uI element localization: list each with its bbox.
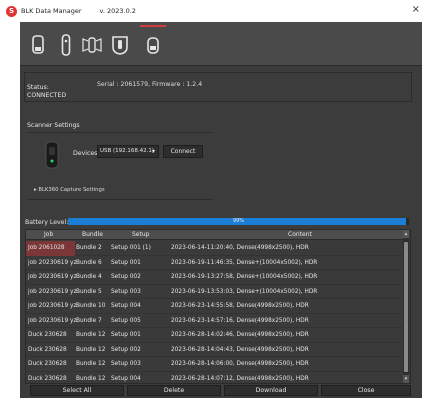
scanner-settings-heading: Scanner Settings (27, 122, 80, 129)
header-setup[interactable]: Setup (132, 230, 149, 240)
cell-content: 2023-06-28-14:07:12, Dense(4998x2500), H… (171, 375, 309, 382)
scanner-small-icon[interactable] (143, 34, 163, 56)
cell-content: 2023-06-23-14:55:58, Dense(4998x2500), H… (171, 303, 309, 309)
connect-button[interactable]: Connect (163, 145, 203, 158)
window-close-icon[interactable]: × (412, 4, 420, 16)
title-bar: S BLK Data Manager v. 2023.0.2 × (0, 0, 422, 22)
table-row[interactable]: Job 2061028 Bundle 2 Setup 001 (1) 2023-06-… (26, 241, 404, 256)
status-panel: Status: CONNECTED Serial : 2061579, Firm… (24, 72, 412, 102)
delete-button[interactable]: Delete (127, 385, 221, 396)
scroll-down-icon[interactable]: ▾ (403, 375, 409, 383)
scroll-thumb[interactable] (404, 242, 408, 372)
cell-content: 2023-06-28-14:02:46, Dense(4998x2500), H… (171, 332, 309, 338)
main-window: Status: CONNECTED Serial : 2061579, Firm… (20, 22, 422, 398)
cell-bundle: Bundle 12 (76, 361, 106, 367)
cell-content: 2023-06-14-11:20:40, Dense(4998x2500), H… (171, 245, 309, 251)
cell-bundle: Bundle 7 (76, 317, 102, 324)
table-row[interactable]: job 20230619 yz Bundle 10 Setup 004 2023-06… (26, 299, 404, 314)
table-row[interactable]: job 20230619 yz Bundle 7 Setup 005 2023-06-… (26, 314, 404, 328)
close-button[interactable]: Close (321, 385, 411, 396)
battery-label: Battery Level: (25, 219, 69, 226)
status-label: Status: (27, 84, 49, 91)
selected-device-indicator (140, 25, 166, 27)
select-all-button[interactable]: Select All (30, 385, 124, 396)
cell-setup: Setup 004 (111, 303, 141, 309)
download-button[interactable]: Download (224, 385, 318, 396)
table-row[interactable]: Duck 230628 Bundle 12 Setup 001 2023-06-28-… (26, 328, 404, 343)
cell-job: Duck 230628 (28, 361, 67, 367)
device-toolbar (20, 22, 422, 66)
table-row[interactable]: job 20230619 yz Bundle 6 Setup 001 2023-06-… (26, 256, 404, 270)
table-row[interactable]: job 20230619 yz Bundle 5 Setup 003 2023-06-… (26, 285, 404, 299)
cell-setup: Setup 003 (111, 288, 141, 295)
app-logo-icon: S (6, 5, 17, 17)
scroll-up-icon[interactable]: ▴ (403, 230, 409, 238)
cell-setup: Setup 005 (111, 317, 141, 324)
footer-actions: Select All Delete Download Close (20, 384, 422, 398)
cell-setup: Setup 001 (111, 332, 141, 338)
cell-content: 2023-06-19-13:53:03, Dense+(10004x5002),… (171, 288, 318, 295)
cell-setup: Setup 001 (111, 259, 141, 266)
cell-content: 2023-06-28-14:04:43, Dense(4998x2500), H… (171, 346, 309, 353)
table-header: Job Bundle Setup Content (26, 230, 404, 240)
cell-job: Duck 230628 (28, 375, 67, 382)
status-value: CONNECTED (27, 92, 67, 99)
scanner-device-icon[interactable] (28, 34, 48, 56)
chevron-down-icon: ▾ (151, 148, 155, 155)
cell-bundle: Bundle 12 (76, 375, 106, 382)
serial-firmware-text: Serial : 2061579, Firmware : 1.2.4 (97, 81, 203, 88)
cell-job: job 20230619 yz (28, 317, 77, 324)
cell-setup: Setup 004 (111, 375, 141, 382)
devices-label: Devices: (73, 150, 100, 157)
scanner-wings-icon[interactable] (82, 34, 102, 56)
app-version: v. 2023.0.2 (99, 7, 136, 15)
cell-setup: Setup 001 (1) (111, 245, 151, 251)
table-scrollbar[interactable]: ▴ ▾ (403, 230, 409, 383)
cell-bundle: Bundle 10 (76, 303, 106, 309)
cell-bundle: Bundle 6 (76, 259, 102, 266)
scanner-settings-panel: Devices: USB (192.168.42.1) ▾ Connect ▸ … (27, 132, 213, 200)
battery-percent: 99% (232, 218, 245, 224)
scanner-slim-icon[interactable] (56, 34, 76, 56)
header-bundle[interactable]: Bundle (82, 230, 103, 240)
scanner-image-icon (45, 141, 59, 169)
cell-content: 2023-06-19-11:46:35, Dense+(10004x5002),… (171, 259, 318, 266)
cell-job: job 20230619 yz (28, 259, 77, 266)
battery-bar: 99% (68, 218, 409, 225)
cell-job: Job 2061028 (26, 241, 75, 256)
table-row[interactable]: Duck 230628 Bundle 12 Setup 003 2023-06-28-… (26, 357, 404, 372)
cell-job: job 20230619 yz (28, 274, 77, 280)
cell-bundle: Bundle 4 (76, 274, 102, 280)
table-row[interactable]: Duck 230628 Bundle 12 Setup 002 2023-06-28-… (26, 343, 404, 357)
cell-bundle: Bundle 5 (76, 288, 102, 295)
devices-selected-value: USB (192.168.42.1) (100, 148, 155, 154)
devices-dropdown[interactable]: USB (192.168.42.1) ▾ (97, 145, 159, 158)
cell-bundle: Bundle 2 (76, 245, 102, 251)
table-body: Job 2061028 Bundle 2 Setup 001 (1) 2023-06-… (26, 241, 404, 384)
cell-content: 2023-06-28-14:06:00, Dense(4998x2500), H… (171, 361, 309, 367)
cell-bundle: Bundle 12 (76, 346, 106, 353)
cell-setup: Setup 002 (111, 274, 141, 280)
header-content[interactable]: Content (288, 230, 312, 240)
cell-job: Duck 230628 (28, 346, 67, 353)
cell-content: 2023-06-23-14:57:16, Dense(4998x2500), H… (171, 317, 309, 324)
cell-job: Duck 230628 (28, 332, 67, 338)
cell-setup: Setup 002 (111, 346, 141, 353)
cell-bundle: Bundle 12 (76, 332, 106, 338)
cell-job: job 20230619 yz (28, 288, 77, 295)
cell-content: 2023-06-19-13:27:58, Dense+(10004x5002),… (171, 274, 318, 280)
capture-settings-expander[interactable]: ▸ BLK360 Capture Settings (34, 187, 105, 193)
cell-setup: Setup 003 (111, 361, 141, 367)
jobs-table: Job Bundle Setup Content Job 2061028 Bund… (25, 229, 411, 384)
app-title: BLK Data Manager (21, 7, 82, 15)
header-job[interactable]: Job (44, 230, 53, 240)
shield-scanner-icon[interactable] (110, 34, 130, 56)
table-row[interactable]: Duck 230628 Bundle 12 Setup 004 2023-06-28-… (26, 372, 404, 384)
table-row[interactable]: job 20230619 yz Bundle 4 Setup 002 2023-06-… (26, 270, 404, 285)
cell-job: job 20230619 yz (28, 303, 77, 309)
